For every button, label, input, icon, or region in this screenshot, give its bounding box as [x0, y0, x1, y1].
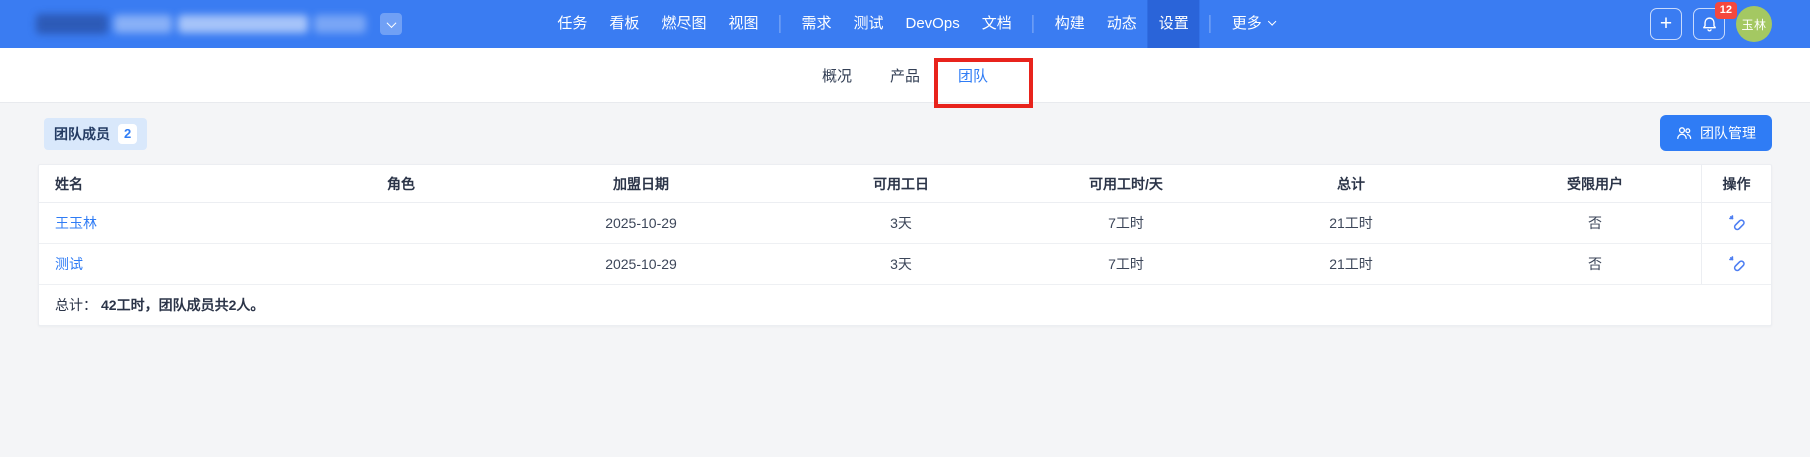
- team-manage-label: 团队管理: [1700, 125, 1756, 141]
- col-header-actions: 操作: [1701, 165, 1771, 202]
- team-members-label: 团队成员: [54, 126, 110, 142]
- main-nav: 任务 看板 燃尽图 视图 需求 测试 DevOps 文档 构建 动态 设置 更多: [546, 0, 1285, 48]
- nav-item-more[interactable]: 更多: [1221, 0, 1286, 48]
- bell-icon: [1702, 16, 1716, 31]
- notifications-button[interactable]: 12: [1693, 2, 1737, 40]
- nav-item-dynamic[interactable]: 动态: [1096, 0, 1148, 48]
- col-header-name: 姓名: [55, 175, 83, 192]
- member-workdays: 3天: [890, 256, 912, 272]
- nav-item-test[interactable]: 测试: [842, 0, 894, 48]
- tab-product[interactable]: 产品: [890, 65, 920, 86]
- member-name-link[interactable]: 王玉林: [55, 213, 97, 233]
- redacted-project-name: [314, 15, 366, 33]
- nav-item-settings[interactable]: 设置: [1147, 0, 1200, 48]
- nav-item-devops[interactable]: DevOps: [895, 0, 971, 48]
- table-row: 王玉林 2025-10-29 3天 7工时 21工时 否: [39, 203, 1771, 244]
- chevron-down-icon: [386, 17, 396, 28]
- redacted-project-name: [114, 15, 172, 33]
- nav-item-view[interactable]: 视图: [717, 0, 769, 48]
- col-header-role: 角色: [387, 175, 415, 192]
- member-hours-per-day: 7工时: [1108, 256, 1144, 272]
- remove-member-button[interactable]: [1726, 253, 1748, 275]
- member-name-link[interactable]: 测试: [55, 254, 83, 274]
- create-button[interactable]: +: [1650, 8, 1682, 40]
- table-row: 测试 2025-10-29 3天 7工时 21工时 否: [39, 244, 1771, 285]
- team-manage-button[interactable]: 团队管理: [1660, 115, 1772, 151]
- member-total: 21工时: [1329, 256, 1373, 272]
- summary-text: 42工时，团队成员共2人。: [101, 297, 265, 313]
- nav-item-story[interactable]: 需求: [790, 0, 842, 48]
- unlink-icon: [1728, 256, 1745, 272]
- top-navbar: 任务 看板 燃尽图 视图 需求 测试 DevOps 文档 构建 动态 设置 更多…: [0, 0, 1810, 48]
- team-members-count: 2: [118, 124, 138, 144]
- project-dropdown-button[interactable]: [380, 13, 402, 35]
- member-join-date: 2025-10-29: [605, 256, 677, 272]
- redacted-project-name: [178, 15, 308, 33]
- nav-separator: [1032, 15, 1034, 33]
- nav-more-label: 更多: [1231, 15, 1262, 32]
- member-restricted: 否: [1588, 215, 1602, 231]
- project-switcher[interactable]: [36, 0, 402, 48]
- team-users-icon: [1677, 127, 1692, 140]
- col-header-workdays: 可用工日: [873, 175, 929, 192]
- team-members-badge: 团队成员 2: [44, 118, 148, 150]
- nav-item-build[interactable]: 构建: [1044, 0, 1096, 48]
- nav-item-burndown[interactable]: 燃尽图: [650, 0, 717, 48]
- summary-label: 总计：: [55, 297, 97, 313]
- table-header-row: 姓名 角色 加盟日期 可用工日 可用工时/天 总计 受限用户 操作: [39, 165, 1771, 203]
- col-header-join-date: 加盟日期: [613, 175, 669, 192]
- notification-count-badge: 12: [1714, 2, 1737, 19]
- member-total: 21工时: [1329, 215, 1373, 231]
- unlink-icon: [1728, 215, 1745, 231]
- member-hours-per-day: 7工时: [1108, 215, 1144, 231]
- topbar-actions: + 12 玉林: [1650, 0, 1772, 48]
- redacted-project-icon: [36, 14, 108, 34]
- member-restricted: 否: [1588, 256, 1602, 272]
- nav-item-kanban[interactable]: 看板: [598, 0, 650, 48]
- member-workdays: 3天: [890, 215, 912, 231]
- nav-separator: [779, 15, 781, 33]
- member-role: [283, 244, 519, 284]
- nav-item-task[interactable]: 任务: [546, 0, 598, 48]
- tab-overview[interactable]: 概况: [822, 65, 852, 86]
- member-join-date: 2025-10-29: [605, 215, 677, 231]
- tab-bar: 概况 产品 团队: [0, 48, 1810, 103]
- plus-icon: +: [1659, 11, 1673, 35]
- col-header-total: 总计: [1337, 175, 1365, 192]
- col-header-restricted: 受限用户: [1567, 175, 1623, 192]
- team-table: 姓名 角色 加盟日期 可用工日 可用工时/天 总计 受限用户 操作 王玉林 20…: [38, 164, 1772, 326]
- member-role: [283, 203, 519, 243]
- remove-member-button[interactable]: [1726, 212, 1748, 234]
- col-header-hours-per-day: 可用工时/天: [1089, 175, 1163, 192]
- team-toolbar: 团队成员 2 团队管理: [38, 103, 1772, 164]
- nav-separator: [1209, 15, 1211, 33]
- chevron-down-icon: [1268, 17, 1277, 26]
- nav-item-doc[interactable]: 文档: [971, 0, 1023, 48]
- tab-team[interactable]: 团队: [958, 65, 988, 86]
- table-summary-row: 总计： 42工时，团队成员共2人。: [39, 285, 1771, 325]
- user-avatar[interactable]: 玉林: [1736, 6, 1772, 42]
